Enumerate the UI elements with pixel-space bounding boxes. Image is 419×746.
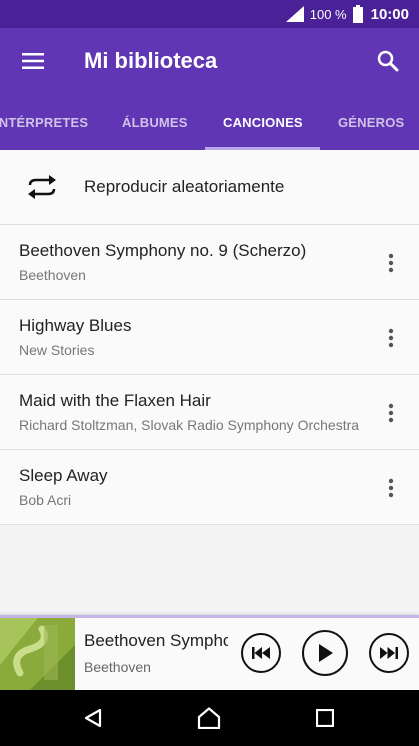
album-art[interactable] xyxy=(0,615,75,690)
now-playing-title: Beethoven Symphony no. 9 (Scherzo) xyxy=(84,631,228,650)
home-icon xyxy=(197,707,221,729)
tab-canciones[interactable]: CANCIONES xyxy=(223,94,303,150)
recents-button[interactable] xyxy=(307,702,343,734)
menu-button[interactable] xyxy=(13,42,53,80)
song-title: Beethoven Symphony no. 9 (Scherzo) xyxy=(19,241,307,260)
back-button[interactable] xyxy=(75,702,111,734)
signal-icon xyxy=(285,6,304,22)
play-icon xyxy=(319,644,333,662)
previous-button[interactable] xyxy=(241,633,281,673)
home-button[interactable] xyxy=(191,702,227,734)
list-item[interactable]: Sleep Away Bob Acri xyxy=(0,450,419,525)
more-vert-icon xyxy=(388,403,394,423)
tab-albumes[interactable]: ÁLBUMES xyxy=(122,94,188,150)
now-playing-bar[interactable]: Beethoven Symphony no. 9 (Scherzo) Beeth… xyxy=(0,615,419,690)
more-options-button[interactable] xyxy=(379,474,403,502)
menu-icon xyxy=(22,53,44,69)
now-playing-artist: Beethoven xyxy=(84,659,151,675)
more-options-button[interactable] xyxy=(379,399,403,427)
clock: 10:00 xyxy=(370,5,409,23)
song-artist: New Stories xyxy=(19,342,95,358)
shuffle-label: Reproducir aleatoriamente xyxy=(84,177,285,196)
shuffle-icon xyxy=(28,175,56,199)
shuffle-all-row[interactable]: Reproducir aleatoriamente xyxy=(0,150,419,225)
next-icon xyxy=(380,647,398,659)
more-vert-icon xyxy=(388,478,394,498)
song-artist: Beethoven xyxy=(19,267,86,283)
more-vert-icon xyxy=(388,253,394,273)
more-options-button[interactable] xyxy=(379,324,403,352)
list-item[interactable]: Highway Blues New Stories xyxy=(0,300,419,375)
search-icon xyxy=(377,50,399,72)
back-icon xyxy=(84,708,102,728)
battery-icon xyxy=(352,5,363,23)
tab-bar: INTÉRPRETES ÁLBUMES CANCIONES GÉNEROS xyxy=(0,94,419,150)
recents-icon xyxy=(316,709,334,727)
previous-icon xyxy=(252,647,270,659)
song-title: Highway Blues xyxy=(19,316,132,335)
app-bar: Mi biblioteca INTÉRPRETES ÁLBUMES CANCIO… xyxy=(0,28,419,150)
tab-interpretes[interactable]: INTÉRPRETES xyxy=(0,94,88,150)
song-artist: Bob Acri xyxy=(19,492,72,508)
more-vert-icon xyxy=(388,328,394,348)
status-bar: 100 % 10:00 xyxy=(0,0,419,28)
system-nav-bar xyxy=(0,690,419,746)
song-artist: Richard Stoltzman, Slovak Radio Symphony… xyxy=(19,417,360,433)
song-title: Sleep Away xyxy=(19,466,108,485)
page-title: Mi biblioteca xyxy=(84,48,218,73)
song-title: Maid with the Flaxen Hair xyxy=(19,391,211,410)
search-button[interactable] xyxy=(369,42,407,80)
song-list: Beethoven Symphony no. 9 (Scherzo) Beeth… xyxy=(0,225,419,525)
playback-progress xyxy=(0,615,419,618)
next-button[interactable] xyxy=(369,633,409,673)
tab-generos[interactable]: GÉNEROS xyxy=(338,94,404,150)
play-button[interactable] xyxy=(302,630,348,676)
list-item[interactable]: Maid with the Flaxen Hair Richard Stoltz… xyxy=(0,375,419,450)
list-item[interactable]: Beethoven Symphony no. 9 (Scherzo) Beeth… xyxy=(0,225,419,300)
battery-percent: 100 % xyxy=(309,6,347,22)
more-options-button[interactable] xyxy=(379,249,403,277)
